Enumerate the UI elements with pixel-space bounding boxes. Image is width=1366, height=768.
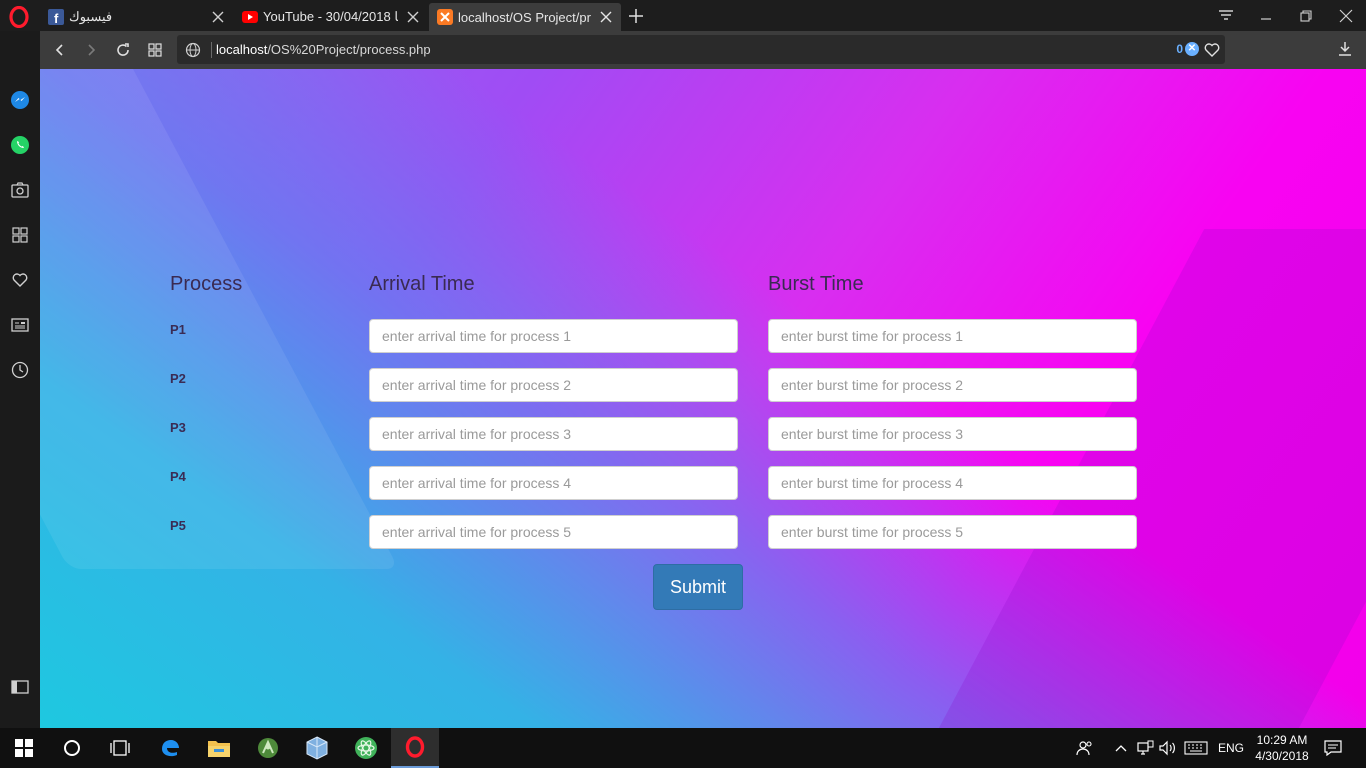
- file-explorer-icon[interactable]: [195, 728, 243, 768]
- process-label-p4: P4: [170, 469, 186, 484]
- burst-time-column-header: Burst Time: [768, 273, 864, 295]
- burst-time-input-p4[interactable]: [768, 466, 1137, 500]
- opera-menu-icon[interactable]: [8, 6, 30, 28]
- people-icon[interactable]: [1074, 738, 1096, 758]
- volume-icon[interactable]: [1157, 738, 1179, 758]
- system-clock[interactable]: 10:29 AM 4/30/2018: [1252, 732, 1312, 764]
- opera-taskbar-icon[interactable]: [391, 728, 439, 768]
- process-label-p5: P5: [170, 518, 186, 533]
- page-content: Process Arrival Time Burst Time P1 P2 P3…: [40, 69, 1366, 728]
- bookmark-heart-icon[interactable]: [1203, 41, 1221, 59]
- new-tab-plus-icon[interactable]: [626, 6, 646, 26]
- close-tab-icon[interactable]: [406, 10, 420, 24]
- close-window-icon[interactable]: [1335, 5, 1357, 27]
- facebook-icon: f: [48, 9, 64, 25]
- arrival-time-input-p3[interactable]: [369, 417, 738, 451]
- atom-editor-icon[interactable]: [342, 728, 390, 768]
- minimize-window-icon[interactable]: [1255, 5, 1277, 27]
- tab-facebook[interactable]: f فيسبوك: [40, 3, 233, 31]
- network-icon[interactable]: [1134, 738, 1156, 758]
- arrival-time-input-p5[interactable]: [369, 515, 738, 549]
- tab-localhost[interactable]: localhost/OS Project/proce: [429, 3, 621, 31]
- speed-dial-icon[interactable]: [9, 224, 31, 246]
- speed-dial-grid-icon[interactable]: [145, 40, 165, 60]
- input-language-indicator[interactable]: ENG: [1218, 741, 1244, 755]
- close-tab-icon[interactable]: [599, 10, 613, 24]
- tab-title: فيسبوك: [69, 9, 113, 24]
- news-icon[interactable]: [9, 314, 31, 336]
- snapshot-camera-icon[interactable]: [9, 179, 31, 201]
- tab-youtube[interactable]: YouTube - 30/04/2018 روبا: [234, 3, 428, 31]
- svg-text:f: f: [54, 11, 59, 25]
- blocked-ads-count: 0: [1176, 42, 1183, 56]
- history-clock-icon[interactable]: [9, 359, 31, 381]
- tab-menu-icon[interactable]: [1215, 5, 1237, 27]
- ad-blocker-shield-icon: ✕: [1185, 42, 1199, 56]
- process-label-p2: P2: [170, 371, 186, 386]
- tab-title: localhost/OS Project/proce: [458, 9, 591, 25]
- whatsapp-icon[interactable]: [9, 134, 31, 156]
- task-view-icon[interactable]: [96, 728, 144, 768]
- bookmarks-heart-icon[interactable]: [9, 269, 31, 291]
- windows-taskbar: ENG 10:29 AM 4/30/2018: [0, 728, 1366, 768]
- sidebar-toggle-icon[interactable]: [9, 676, 31, 698]
- clock-time: 10:29 AM: [1256, 733, 1308, 747]
- submit-button[interactable]: Submit: [653, 564, 743, 610]
- arrival-time-input-p2[interactable]: [369, 368, 738, 402]
- url-text: localhost/OS%20Project/process.php: [211, 41, 431, 58]
- windows-start-icon[interactable]: [0, 728, 48, 768]
- close-tab-icon[interactable]: [211, 10, 225, 24]
- tab-strip: f فيسبوك YouTube - 30/04/2018 روبا local…: [0, 0, 1366, 31]
- process-label-p1: P1: [170, 322, 186, 337]
- download-icon[interactable]: [1336, 40, 1354, 58]
- tab-title: YouTube - 30/04/2018 روبا: [263, 9, 398, 24]
- burst-time-input-p1[interactable]: [768, 319, 1137, 353]
- burst-time-input-p5[interactable]: [768, 515, 1137, 549]
- process-column-header: Process: [170, 273, 243, 295]
- back-arrow-icon[interactable]: [50, 40, 70, 60]
- burst-time-input-p3[interactable]: [768, 417, 1137, 451]
- touch-keyboard-icon[interactable]: [1183, 738, 1209, 758]
- arrival-time-column-header: Arrival Time: [369, 273, 475, 295]
- messenger-icon[interactable]: [9, 89, 31, 111]
- forward-arrow-icon[interactable]: [81, 40, 101, 60]
- youtube-icon: [242, 9, 258, 25]
- url-path: /OS%20Project/process.php: [267, 41, 431, 57]
- virtualbox-icon[interactable]: [293, 728, 341, 768]
- show-hidden-icons-chevron-icon[interactable]: [1110, 738, 1132, 758]
- reload-icon[interactable]: [113, 40, 133, 60]
- address-bar[interactable]: localhost/OS%20Project/process.php 0 ✕: [177, 35, 1225, 64]
- burst-time-input-p2[interactable]: [768, 368, 1137, 402]
- edge-browser-icon[interactable]: [146, 728, 194, 768]
- process-label-p3: P3: [170, 420, 186, 435]
- opera-sidebar: [0, 31, 40, 728]
- cortana-search-icon[interactable]: [48, 728, 96, 768]
- action-center-notifications-icon[interactable]: [1322, 738, 1344, 758]
- address-toolbar: localhost/OS%20Project/process.php 0 ✕: [40, 31, 1366, 69]
- ad-blocker-badge[interactable]: 0 ✕: [1176, 42, 1199, 56]
- url-host: localhost: [216, 41, 268, 57]
- globe-icon: [185, 42, 201, 57]
- xampp-icon: [437, 9, 453, 25]
- restore-window-icon[interactable]: [1295, 5, 1317, 27]
- clock-date: 4/30/2018: [1255, 749, 1309, 763]
- arrival-time-input-p1[interactable]: [369, 319, 738, 353]
- arrival-time-input-p4[interactable]: [369, 466, 738, 500]
- android-studio-icon[interactable]: [244, 728, 292, 768]
